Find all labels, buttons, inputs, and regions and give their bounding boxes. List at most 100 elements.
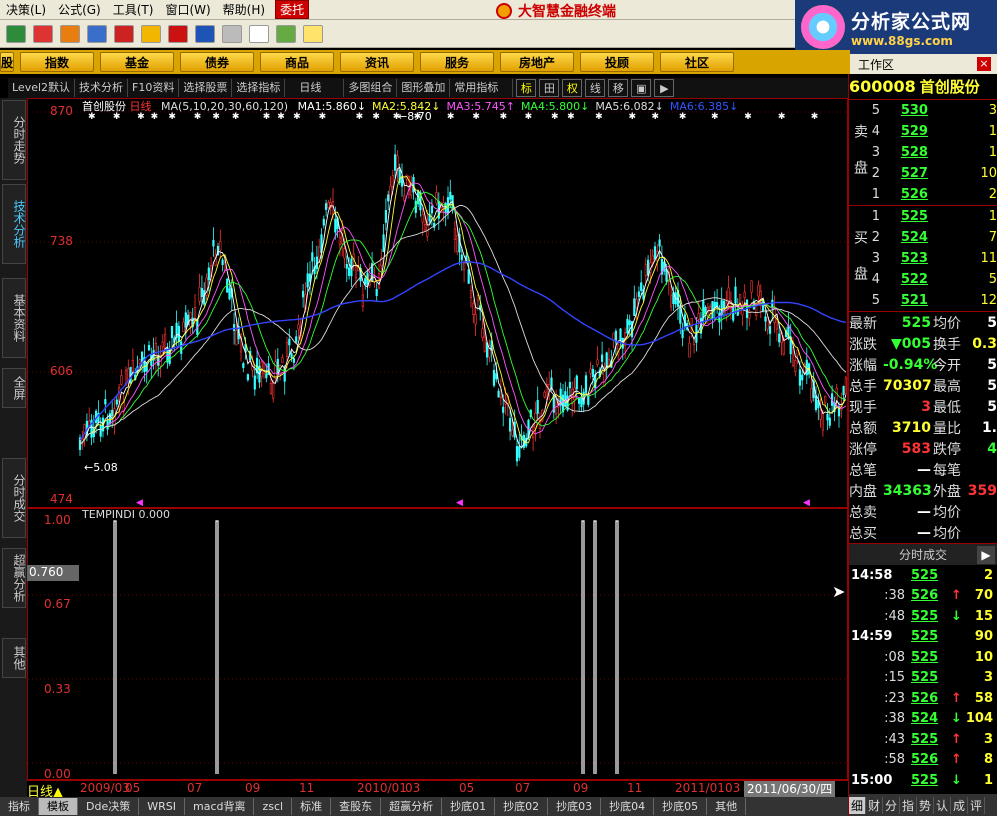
tab-intraday[interactable]: 分时走势 [2,100,26,180]
quote-panel-tab[interactable]: 成 [951,796,968,814]
price[interactable]: 521 [901,293,952,308]
chart-tb-move[interactable]: 移 [608,79,629,97]
toolbar-icon-3[interactable] [60,24,80,43]
bottom-tab[interactable]: macd背离 [185,798,255,815]
section-bond[interactable]: 债券 [180,52,254,72]
bottom-tab[interactable]: 抄底04 [601,798,655,815]
toolbar-icon-5[interactable] [114,24,134,43]
section-service[interactable]: 服务 [420,52,494,72]
bottom-tab[interactable]: 抄底01 [442,798,496,815]
bottom-tab[interactable]: 指标 [0,798,39,815]
help-pointer-icon[interactable] [303,24,323,43]
trades-header[interactable]: 分时成交 ▶ [849,543,997,565]
buy-row[interactable]: 5 521 12 [849,290,997,311]
indicator-chart[interactable] [28,509,847,779]
buy-row[interactable]: 3 523 11 [849,248,997,269]
chart-tb-select-stock[interactable]: 选择股票 [179,79,233,97]
bottom-tab[interactable]: 抄底02 [495,798,549,815]
tab-super-win[interactable]: 超赢分析 [2,548,26,608]
section-realestate[interactable]: 房地产 [500,52,574,72]
chart-tb-window-icon[interactable]: ▣ [631,79,652,97]
chart-tb-line[interactable]: 线 [585,79,606,97]
section-community[interactable]: 社区 [660,52,734,72]
expand-arrow-icon[interactable]: ▶ [977,546,995,564]
section-advisor[interactable]: 投顾 [580,52,654,72]
section-index[interactable]: 指数 [20,52,94,72]
section-news[interactable]: 资讯 [340,52,414,72]
menu-decision[interactable]: 决策(L) [0,1,52,18]
price[interactable]: 523 [901,251,952,266]
workarea-tab[interactable]: 工作区 × [850,54,997,74]
quote-panel-tab[interactable]: 分 [883,796,900,814]
chart-tb-grid[interactable]: 田 [539,79,560,97]
quote-panel-tab[interactable]: 评 [968,796,985,814]
chart-tb-select-indicator[interactable]: 选择指标 [232,79,286,97]
toolbar-icon-11[interactable] [276,24,296,43]
quote-panel-tab[interactable]: 细 [849,796,866,814]
bottom-tab[interactable]: 其他 [707,798,747,815]
price[interactable]: 522 [901,272,952,287]
bottom-tab[interactable]: 超赢分析 [381,798,443,815]
quote-panel-tab[interactable]: 财 [866,796,883,814]
price[interactable]: 528 [901,145,952,160]
chart-tb-period[interactable]: 日线 [285,79,345,97]
sell-row[interactable]: 1 526 2 [849,184,997,205]
quote-panel-tab[interactable]: 势 [917,796,934,814]
bottom-tab[interactable]: 查股东 [331,798,382,815]
buy-row[interactable]: 2 524 7 [849,227,997,248]
chart-tb-mark[interactable]: 标 [516,79,537,97]
toolbar-icon-1[interactable] [6,24,26,43]
tab-fullscreen[interactable]: 全屏 [2,368,26,408]
section-fund[interactable]: 基金 [100,52,174,72]
chart-tb-multi[interactable]: 多图组合 [344,79,398,97]
quote-panel-tab[interactable]: 认 [934,796,951,814]
price[interactable]: 529 [901,124,952,139]
buy-row[interactable]: 1 525 1 [849,206,997,227]
chart-tb-common[interactable]: 常用指标 [450,79,514,97]
tab-technical[interactable]: 技术分析 [2,184,26,264]
section-commodity[interactable]: 商品 [260,52,334,72]
bottom-tab[interactable]: 抄底05 [654,798,708,815]
bottom-tab[interactable]: Dde决策 [78,798,140,815]
chart-tb-rights[interactable]: 权 [562,79,583,97]
toolbar-icon-4[interactable] [87,24,107,43]
price[interactable]: 524 [901,230,952,245]
sell-row[interactable]: 3 528 1 [849,142,997,163]
chart-tb-f10[interactable]: F10资料 [128,79,180,97]
price-chart[interactable]: ✱ ✱ ✱ ✱ ✱ ✱ ✱ ✱ ✱ ✱ ✱ ✱ ✱ ✱ ✱ ✱ ✱ ✱ ✱ ✱ ✱ ✱ ✱ ✱ ✱ ✱ ✱ ✱ ✱ ✱◀ ◀ ◀ [28,99,847,507]
bottom-tab[interactable]: 标准 [292,798,332,815]
price[interactable]: 527 [901,166,952,181]
price[interactable]: 525 [901,209,952,224]
menu-help[interactable]: 帮助(H) [217,1,271,18]
chart-tb-level2[interactable]: Level2默认 [8,79,76,97]
price[interactable]: 530 [901,103,952,118]
sell-row[interactable]: 2 527 10 [849,163,997,184]
bottom-tab[interactable]: 模板 [39,798,78,815]
trade-button[interactable]: 委托 [275,0,310,19]
bottom-tab[interactable]: WRSI [139,798,185,815]
toolbar-icon-7[interactable] [168,24,188,43]
toolbar-icon-9[interactable] [222,24,242,43]
section-stock[interactable]: 股 [0,52,14,72]
tab-other[interactable]: 其他 [2,638,26,678]
chart-tb-overlay[interactable]: 图形叠加 [397,79,451,97]
menu-tools[interactable]: 工具(T) [107,1,160,18]
tab-ticks[interactable]: 分时成交 [2,458,26,538]
chart-tb-tech[interactable]: 技术分析 [75,79,129,97]
toolbar-icon-8[interactable] [195,24,215,43]
tab-fundamental[interactable]: 基本资料 [2,278,26,358]
toolbar-icon-10[interactable] [249,24,269,43]
menu-window[interactable]: 窗口(W) [159,1,216,18]
chart-tb-next-icon[interactable]: ▶ [654,79,675,97]
bottom-tab[interactable]: 抄底03 [548,798,602,815]
toolbar-icon-6[interactable] [141,24,161,43]
price[interactable]: 526 [901,187,952,202]
toolbar-icon-2[interactable] [33,24,53,43]
bottom-tab[interactable]: zscl [254,798,293,815]
sell-row[interactable]: 4 529 1 [849,121,997,142]
quote-panel-tab[interactable]: 指 [900,796,917,814]
sell-row[interactable]: 5 530 3 [849,100,997,121]
menu-formula[interactable]: 公式(G) [52,1,107,18]
close-icon[interactable]: × [977,57,991,71]
buy-row[interactable]: 4 522 5 [849,269,997,290]
